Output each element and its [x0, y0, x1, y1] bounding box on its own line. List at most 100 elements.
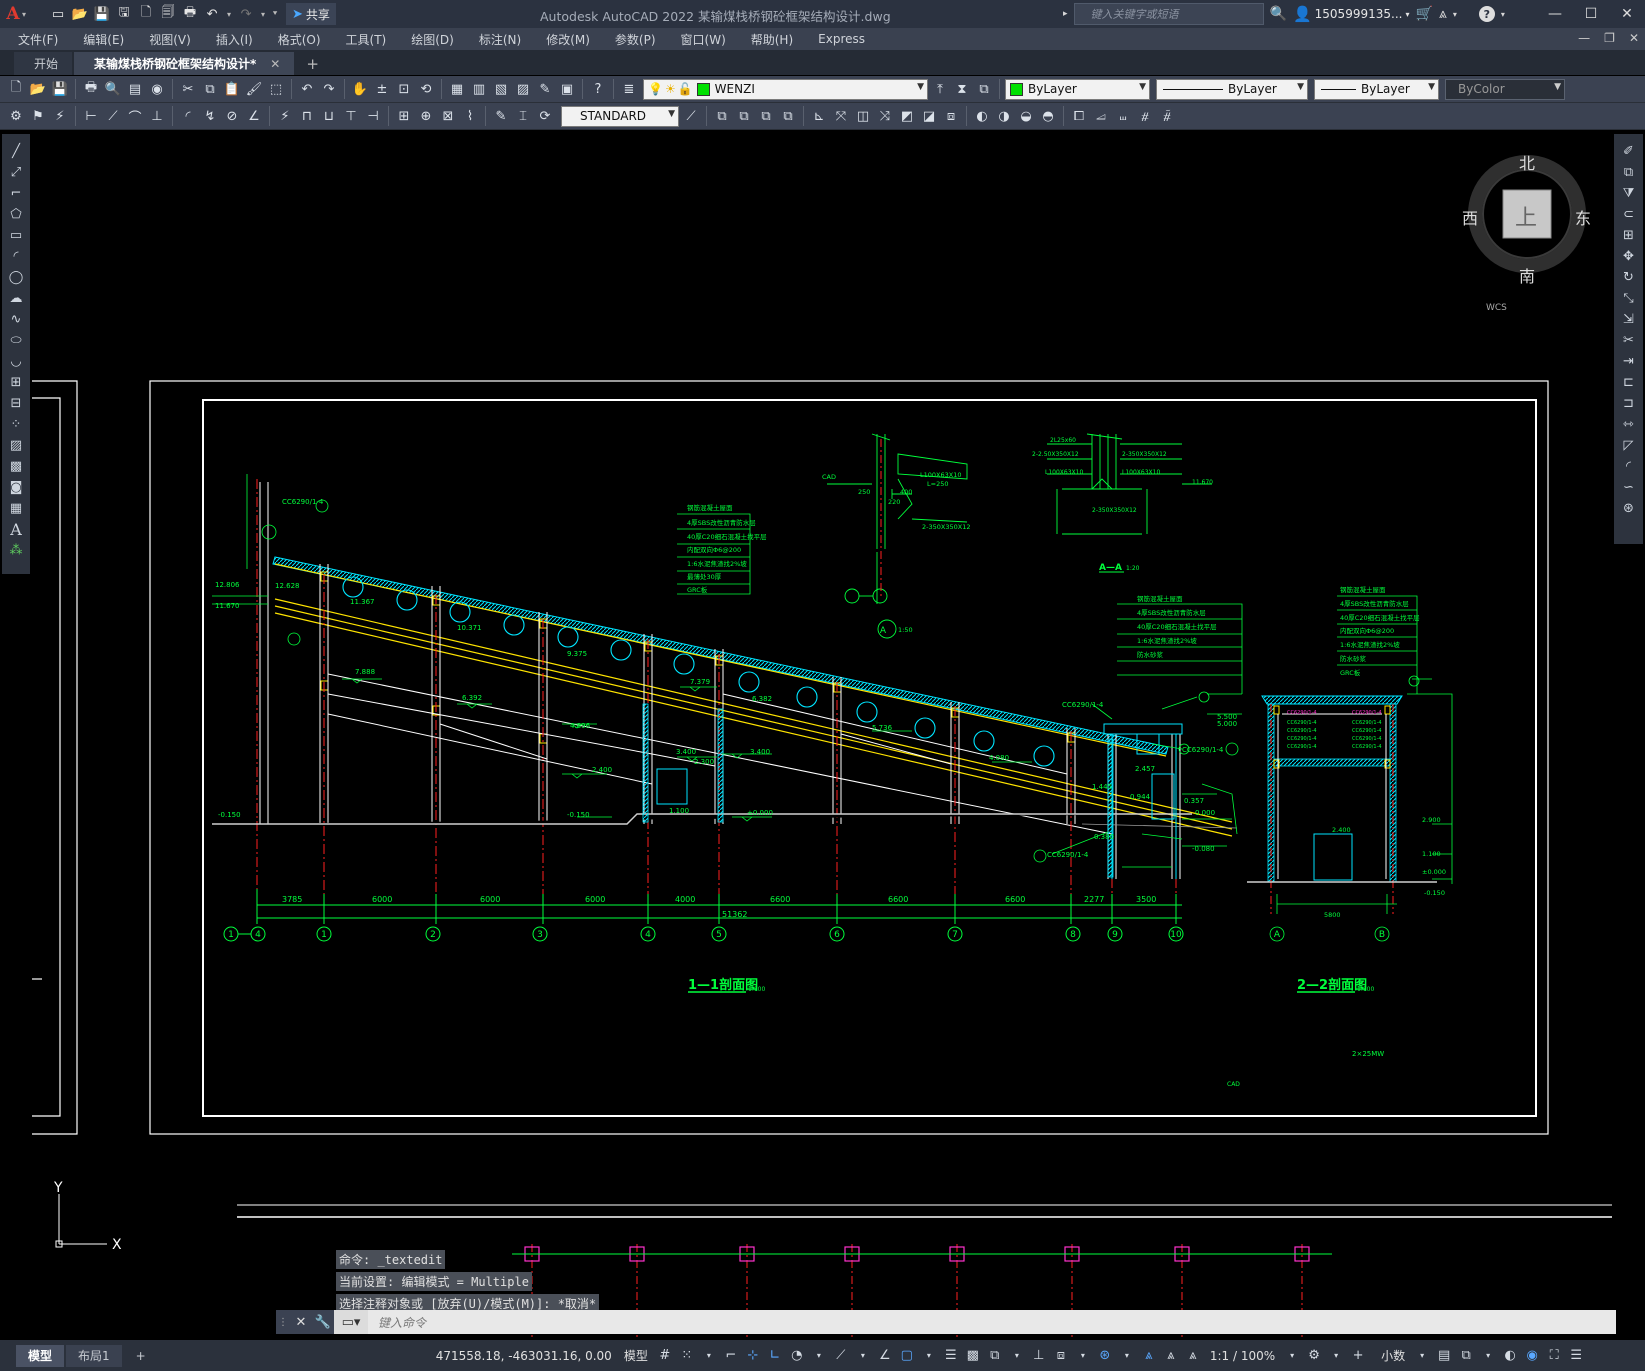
gradient-icon[interactable]: ▩ [5, 457, 27, 476]
chamfer-icon[interactable]: ◸ [1618, 436, 1640, 455]
menu-tools[interactable]: 工具(T) [346, 31, 387, 48]
zoom-previous-icon[interactable]: ⟲ [416, 79, 436, 99]
point-icon[interactable]: ⁘ [5, 415, 27, 434]
layer-previous-icon[interactable]: ⧗ [952, 79, 972, 99]
ordinate-dimension-icon[interactable]: ⊥ [147, 106, 167, 126]
menu-insert[interactable]: 插入(I) [216, 31, 253, 48]
undo-dropdown-icon[interactable]: ▾ [224, 4, 234, 24]
tab-layout1[interactable]: 布局1 [66, 1344, 122, 1367]
open-file-icon[interactable]: 📂 [70, 4, 90, 24]
selection-dropdown-icon[interactable]: ▾ [1006, 1345, 1028, 1367]
open-icon[interactable]: 📂 [28, 79, 48, 99]
save-as-icon[interactable]: 🖫 [114, 4, 134, 24]
circle-icon[interactable]: ◯ [5, 268, 27, 287]
fillet-icon[interactable]: ◜ [1618, 457, 1640, 476]
extend-icon[interactable]: ⇥ [1618, 352, 1640, 371]
gizmo-icon[interactable]: ⊛ [1094, 1345, 1116, 1367]
help-icon[interactable]: ? [1478, 6, 1495, 22]
ucs-y-icon[interactable]: ◩ [897, 106, 917, 126]
add-layout-button[interactable]: + [124, 1345, 158, 1367]
close-icon[interactable]: ✕ [1609, 0, 1645, 28]
orbit-icon[interactable]: ⧤ [1157, 106, 1177, 126]
doc-minimize-icon[interactable]: — [1578, 31, 1590, 45]
properties-icon[interactable]: ▦ [447, 79, 467, 99]
polar-icon[interactable]: ◔ [786, 1345, 808, 1367]
graphics-performance-icon[interactable]: ◉ [1521, 1345, 1543, 1367]
menu-window[interactable]: 窗口(W) [681, 31, 726, 48]
qat-customize-icon[interactable]: ⯆ [270, 4, 280, 24]
tool-palettes-icon[interactable]: ▧ [491, 79, 511, 99]
ucs-world-icon[interactable]: ⧉ [734, 106, 754, 126]
cart-icon[interactable]: 🛒 [1415, 6, 1432, 22]
visual-style-icon[interactable]: ◒ [1016, 106, 1036, 126]
jogged-dimension-icon[interactable]: ↯ [200, 106, 220, 126]
snap-icon[interactable]: ⁙ [676, 1345, 698, 1367]
menu-dimension[interactable]: 标注(N) [479, 31, 521, 48]
share-button[interactable]: ➤ 共享 [286, 3, 336, 25]
region-icon[interactable]: ◙ [5, 478, 27, 497]
lock-ui-icon[interactable]: ⧉ [1455, 1345, 1477, 1367]
paste-icon[interactable]: 📋 [222, 79, 242, 99]
ucs-icon[interactable]: ⧉ [712, 106, 732, 126]
multiline-text-icon[interactable]: A [5, 520, 27, 539]
isolate-objects-icon[interactable]: ◐ [1499, 1345, 1521, 1367]
redo-dropdown-icon[interactable]: ▾ [258, 4, 268, 24]
revision-cloud-icon[interactable]: ☁ [5, 289, 27, 308]
markup-icon[interactable]: ✎ [535, 79, 555, 99]
viewcube-east[interactable]: 东 [1575, 205, 1591, 229]
annotation-scale-icon[interactable]: ⩓ [1182, 1345, 1204, 1367]
add-selected-icon[interactable]: ⁂ [5, 541, 27, 560]
angular-dimension-icon[interactable]: ∠ [244, 106, 264, 126]
maximize-icon[interactable]: ☐ [1573, 0, 1609, 28]
object-snap-dropdown-icon[interactable]: ▾ [918, 1345, 940, 1367]
coordinates-readout[interactable]: 471558.18, -463031.16, 0.00 [436, 1349, 612, 1363]
plot-icon[interactable]: 🖶 [81, 79, 101, 99]
3d-print-icon[interactable]: ◉ [147, 79, 167, 99]
block-editor-icon[interactable]: ⬚ [266, 79, 286, 99]
menu-edit[interactable]: 编辑(E) [83, 31, 124, 48]
break-at-point-icon[interactable]: ⊏ [1618, 373, 1640, 392]
ucs-3point-icon[interactable]: ◫ [853, 106, 873, 126]
dynamic-ucs-icon[interactable]: ⧈ [1050, 1345, 1072, 1367]
break-icon[interactable]: ⊐ [1618, 394, 1640, 413]
solid-icon[interactable]: ◐ [972, 106, 992, 126]
ucs-apply-icon[interactable]: ⧈ [941, 106, 961, 126]
make-current-icon[interactable]: ⤒ [930, 79, 950, 99]
menu-express[interactable]: Express [818, 32, 865, 46]
polyline-icon[interactable]: ⌐ [5, 184, 27, 203]
quick-dimension-icon[interactable]: ⚡ [275, 106, 295, 126]
plotstyle-dropdown[interactable]: ByColor ▼ [1445, 78, 1565, 100]
calculator-icon[interactable]: ▣ [557, 79, 577, 99]
lock-dropdown-icon[interactable]: ▾ [1477, 1345, 1499, 1367]
grid-icon[interactable]: # [654, 1345, 676, 1367]
doc-restore-icon[interactable]: ❐ [1604, 31, 1615, 45]
transparency-icon[interactable]: ▩ [962, 1345, 984, 1367]
customize-icon[interactable]: 🔧 [312, 1310, 334, 1334]
clean-screen-icon[interactable]: ⛶ [1543, 1345, 1565, 1367]
menu-file[interactable]: 文件(F) [18, 31, 58, 48]
blend-curves-icon[interactable]: ∽ [1618, 478, 1640, 497]
zoom-realtime-icon[interactable]: ± [372, 79, 392, 99]
doc-close-icon[interactable]: ✕ [1629, 31, 1639, 45]
aligned-dimension-icon[interactable]: ⟋ [103, 106, 123, 126]
redo-icon[interactable]: ↷ [236, 4, 256, 24]
undo-icon[interactable]: ↶ [297, 79, 317, 99]
linetype-dropdown[interactable]: ByLayer ▼ [1156, 78, 1308, 100]
spline-icon[interactable]: ∿ [5, 310, 27, 329]
workspace-dropdown-icon[interactable]: ▾ [1325, 1345, 1347, 1367]
model-space-button[interactable]: 模型 [618, 1347, 654, 1364]
help-icon[interactable]: ? [588, 79, 608, 99]
join-icon[interactable]: ⇿ [1618, 415, 1640, 434]
baseline-dimension-icon[interactable]: ⊓ [297, 106, 317, 126]
workspace-gear-icon[interactable]: ⚙ [1303, 1345, 1325, 1367]
annotation-visibility-icon[interactable]: ⩓ [1138, 1345, 1160, 1367]
layer-states-icon[interactable]: ⧉ [974, 79, 994, 99]
viewcube-north[interactable]: 北 [1519, 150, 1535, 174]
lisp-icon[interactable]: ⚙ [6, 106, 26, 126]
ucs-zaxis-icon[interactable]: ⤧ [831, 106, 851, 126]
ucs-previous-icon[interactable]: ⧉ [756, 106, 776, 126]
ellipse-icon[interactable]: ⬭ [5, 331, 27, 350]
continue-dimension-icon[interactable]: ⊔ [319, 106, 339, 126]
new-tab-button[interactable]: + [296, 52, 329, 75]
save-icon[interactable]: 💾 [92, 4, 112, 24]
